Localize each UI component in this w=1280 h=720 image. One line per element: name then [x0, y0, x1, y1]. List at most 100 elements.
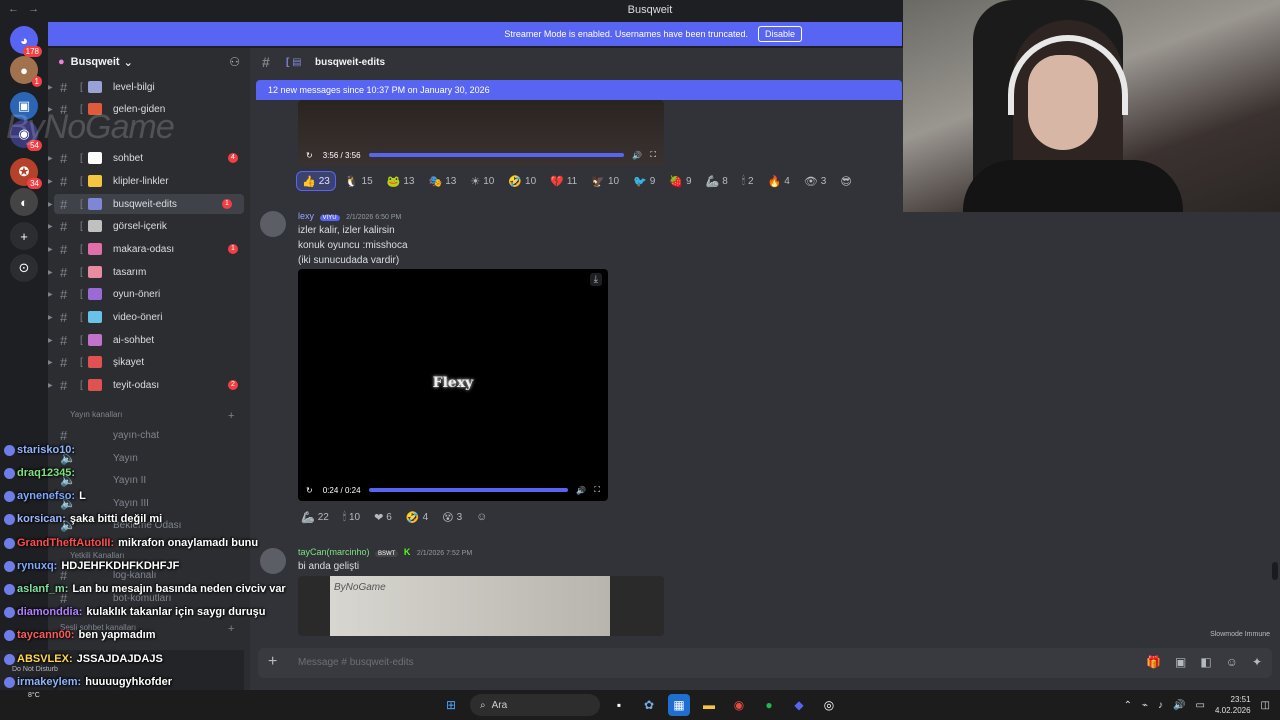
reaction-button[interactable]: 👍 23 [296, 171, 336, 191]
reaction-count: 9 [649, 175, 656, 187]
channel-item[interactable]: ▶ # [video-öneri [48, 307, 250, 327]
gift-icon[interactable]: 🎁 [1146, 655, 1161, 669]
add-member-icon[interactable]: ⚇ [229, 55, 240, 69]
server-header[interactable]: ● Busqweit ⌄ ⚇ [48, 48, 250, 76]
disable-button[interactable]: Disable [757, 26, 802, 42]
reaction-button[interactable]: 🐸 13 [382, 171, 420, 191]
reaction-button[interactable]: 🎭 13 [423, 171, 461, 191]
taskbar-search[interactable]: ⌕ Ara [470, 694, 600, 716]
message-input[interactable]: Message # busqweit-edits [298, 657, 414, 668]
reaction-button[interactable]: 🍓 9 [664, 171, 696, 191]
mic-icon[interactable]: ♪ [1158, 700, 1163, 711]
reaction-count: 3 [456, 511, 463, 523]
reaction-button[interactable]: 🕯 2 [737, 171, 759, 191]
channel-item[interactable]: ▶ # [level-bilgi [48, 77, 250, 97]
message-author[interactable]: lexy VIYU 2/1/2026 6:50 PM [298, 211, 401, 221]
volume-icon[interactable]: 🔊 [576, 486, 586, 495]
chevron-up-icon[interactable]: ⌃ [1124, 700, 1132, 711]
reaction-button[interactable]: 🦾 22 [296, 507, 334, 527]
video-player-2[interactable]: ⤓ Flexy ↻ 0:24 / 0:24 🔊 ⛶ [298, 269, 608, 501]
category-yetkili[interactable]: Yetkili Kanalları [60, 551, 124, 560]
reaction-button[interactable]: 🕯 10 [338, 507, 365, 527]
reaction-button[interactable]: 🐧 15 [340, 171, 378, 191]
channel-item[interactable]: ▶ # [şikayet [48, 352, 250, 372]
reaction-button[interactable]: 🤣 4 [401, 507, 433, 527]
gif-icon[interactable]: ▣ [1175, 655, 1186, 669]
reaction-button[interactable]: ☀ 10 [465, 171, 499, 191]
add-channel-icon[interactable]: + [228, 410, 234, 422]
scrollbar[interactable] [1272, 562, 1278, 580]
chat-badge-icon [4, 606, 15, 618]
download-icon[interactable]: ⤓ [589, 273, 602, 286]
add-channel-icon[interactable]: + [228, 623, 234, 635]
battery-icon[interactable]: ▭ [1196, 700, 1205, 711]
store-icon[interactable]: ▦ [668, 694, 690, 716]
replay-icon[interactable]: ↻ [306, 486, 313, 495]
video-player-3[interactable]: ByNoGame [298, 576, 664, 636]
author-name[interactable]: tayCan(marcinho) [298, 547, 370, 557]
weather-widget[interactable]: 8°C [28, 692, 40, 699]
reaction-button[interactable]: 🐦 9 [628, 171, 660, 191]
emoji-icon[interactable]: ☺ [1226, 655, 1238, 669]
replay-icon[interactable]: ↻ [306, 151, 313, 160]
add-attachment-icon[interactable]: + [268, 653, 277, 671]
reaction-button[interactable]: 🔥 4 [763, 171, 795, 191]
channel-item[interactable]: ▶ # [busqweit-edits 1 [48, 194, 244, 214]
voice-channel-item[interactable]: # yayın-chat [48, 425, 250, 445]
reaction-button[interactable]: 🤣 10 [503, 171, 541, 191]
banner-text: Streamer Mode is enabled. Usernames have… [504, 29, 748, 39]
reaction-button[interactable]: 💔 11 [545, 171, 582, 191]
avatar-icon[interactable]: ● 1 [10, 56, 42, 87]
channel-item[interactable]: ▶ # [makara-odası 1 [48, 239, 250, 259]
video-time: 3:56 / 3:56 [322, 150, 361, 160]
channel-item[interactable]: ▶ # [klipler-linkler [48, 171, 250, 191]
channel-item[interactable]: ▶ # [sohbet 4 [48, 148, 250, 168]
avatar[interactable] [260, 548, 286, 574]
reaction-button[interactable]: 😵 3 [437, 507, 467, 527]
reaction-button[interactable]: 🦅 10 [586, 171, 624, 191]
spotify-icon[interactable]: ● [758, 694, 780, 716]
avatar[interactable] [260, 211, 286, 237]
chat-message: HDJEHFKDHFKDHFJF [61, 560, 180, 572]
category-yayin[interactable]: Yayın kanalları + [60, 410, 234, 422]
reaction-button[interactable]: 👁 3 [799, 171, 832, 191]
channel-item[interactable]: ▶ # [tasarım [48, 262, 250, 282]
start-icon[interactable]: ⊞ [440, 694, 462, 716]
copilot-icon[interactable]: ✿ [638, 694, 660, 716]
message-author[interactable]: tayCan(marcinho) BSWT K 2/1/2026 7:52 PM [298, 547, 472, 557]
reaction-button[interactable]: ☺ [471, 507, 492, 527]
file-explorer-icon[interactable]: ▬ [698, 694, 720, 716]
server-icon[interactable]: ◐ [10, 188, 38, 216]
new-messages-bar[interactable]: 12 new messages since 10:37 PM on Januar… [256, 80, 902, 100]
fullscreen-icon[interactable]: ⛶ [650, 150, 656, 160]
network-icon[interactable]: ⌁ [1142, 700, 1148, 711]
reaction-button[interactable]: ❤ 6 [369, 507, 397, 527]
caret-icon: ▶ [48, 337, 53, 344]
apps-icon[interactable]: ✦ [1252, 655, 1262, 669]
fullscreen-icon[interactable]: ⛶ [594, 485, 600, 495]
channel-item[interactable]: ▶ # [görsel-içerik [48, 216, 250, 236]
chrome-icon[interactable]: ◉ [728, 694, 750, 716]
volume-icon[interactable]: 🔊 [1173, 700, 1185, 711]
volume-icon[interactable]: 🔊 [632, 151, 642, 160]
add-server-icon[interactable]: + [10, 222, 38, 250]
channel-item[interactable]: ▶ # [teyit-odası 2 [48, 375, 250, 395]
server-icon[interactable]: ✪ 34 [10, 158, 42, 189]
discord-icon[interactable]: ◆ [788, 694, 810, 716]
author-name[interactable]: lexy [298, 211, 314, 221]
channel-item[interactable]: ▶ # [oyun-öneri [48, 284, 250, 304]
obs-icon[interactable]: ◎ [818, 694, 840, 716]
explore-icon[interactable]: ⊙ [10, 254, 38, 282]
clock[interactable]: 23:51 4.02.2026 [1215, 694, 1251, 716]
task-view-icon[interactable]: ▪ [608, 694, 630, 716]
message-composer[interactable]: + Message # busqweit-edits 🎁 ▣ ◧ ☺ ✦ [258, 648, 1272, 678]
progress-bar[interactable] [368, 488, 569, 492]
discord-icon[interactable]: ◕ 178 [10, 26, 42, 57]
notification-icon[interactable]: ◫ [1261, 700, 1270, 711]
channel-item[interactable]: ▶ # [ai-sohbet [48, 330, 250, 350]
reaction-button[interactable]: 😎 [835, 171, 856, 191]
video-player-1[interactable]: ↻ 3:56 / 3:56 🔊 ⛶ [298, 100, 664, 166]
reaction-button[interactable]: 🦾 8 [701, 171, 733, 191]
sticker-icon[interactable]: ◧ [1200, 655, 1211, 669]
progress-bar[interactable] [368, 153, 625, 157]
